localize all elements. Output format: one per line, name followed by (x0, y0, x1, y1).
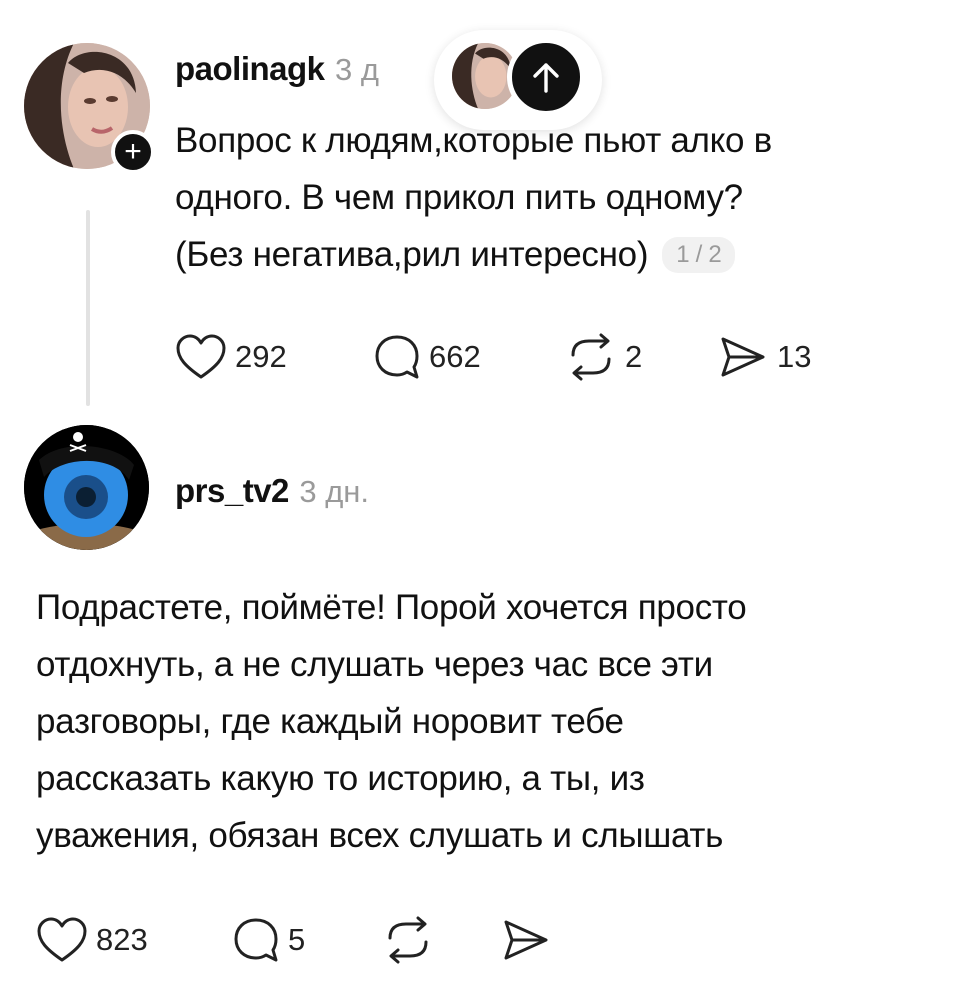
comment-button[interactable]: 5 (232, 916, 382, 964)
reply-text-line: отдохнуть, а не слушать через час все эт… (36, 645, 713, 684)
thread-line (86, 210, 90, 406)
post-actions: 292 662 2 13 (175, 333, 811, 381)
post-text-line: одного. В чем прикол пить одному? (175, 178, 743, 217)
repost-count: 2 (625, 339, 643, 374)
reply-header: prs_tv2 3 дн. (175, 472, 369, 510)
like-count: 292 (235, 339, 287, 374)
share-count: 13 (777, 339, 812, 374)
post-text-line-text: (Без негатива,рил интересно) (175, 235, 649, 274)
page-indicator: 1 / 2 (662, 237, 736, 273)
reply-text-line: разговоры, где каждый норовит тебе (36, 702, 624, 741)
post-header: paolinagk 3 д (175, 50, 379, 88)
repost-icon (388, 916, 428, 964)
comment-button[interactable]: 662 (373, 333, 565, 381)
reply-text-line: рассказать какую то историю, а ты, из (36, 759, 645, 798)
avatar-prs_tv2[interactable] (24, 425, 149, 550)
arrow-up-icon (533, 63, 559, 93)
username[interactable]: paolinagk (175, 50, 325, 87)
reply-actions: 823 5 (36, 916, 552, 964)
reply-text-line: Подрастете, поймёте! Порой хочется прост… (36, 588, 747, 627)
comment-count: 5 (288, 922, 306, 957)
comment-count: 662 (429, 339, 481, 374)
repost-button[interactable] (382, 916, 500, 964)
reply-time: 3 дн. (299, 474, 370, 509)
post-text-line: Вопрос к людям,которые пьют алко в (175, 121, 772, 160)
avatar-logo (24, 425, 149, 550)
reply-text-line: уважения, обязан всех слушать и слышать (36, 816, 724, 855)
like-count: 823 (96, 922, 148, 957)
heart-icon (37, 917, 87, 962)
heart-icon (176, 334, 226, 379)
send-icon (504, 920, 548, 960)
share-button[interactable] (500, 916, 552, 964)
reply-body: Подрастете, поймёте! Порой хочется прост… (36, 579, 936, 864)
scroll-to-top-button[interactable] (507, 38, 585, 116)
comment-bubble-icon (234, 918, 278, 962)
repost-icon (571, 333, 611, 381)
repost-button[interactable]: 2 (565, 333, 717, 381)
comment-bubble-icon (375, 335, 419, 379)
like-button[interactable]: 823 (36, 916, 232, 964)
post-time: 3 д (334, 52, 379, 87)
follow-button[interactable]: + (111, 130, 155, 174)
post-body: Вопрос к людям,которые пьют алко в одног… (175, 112, 945, 283)
post-text-line: (Без негатива,рил интересно) 1 / 2 (175, 226, 945, 283)
send-icon (721, 337, 765, 377)
share-button[interactable]: 13 (717, 333, 811, 381)
like-button[interactable]: 292 (175, 333, 373, 381)
username[interactable]: prs_tv2 (175, 472, 289, 509)
plus-icon: + (124, 135, 142, 168)
